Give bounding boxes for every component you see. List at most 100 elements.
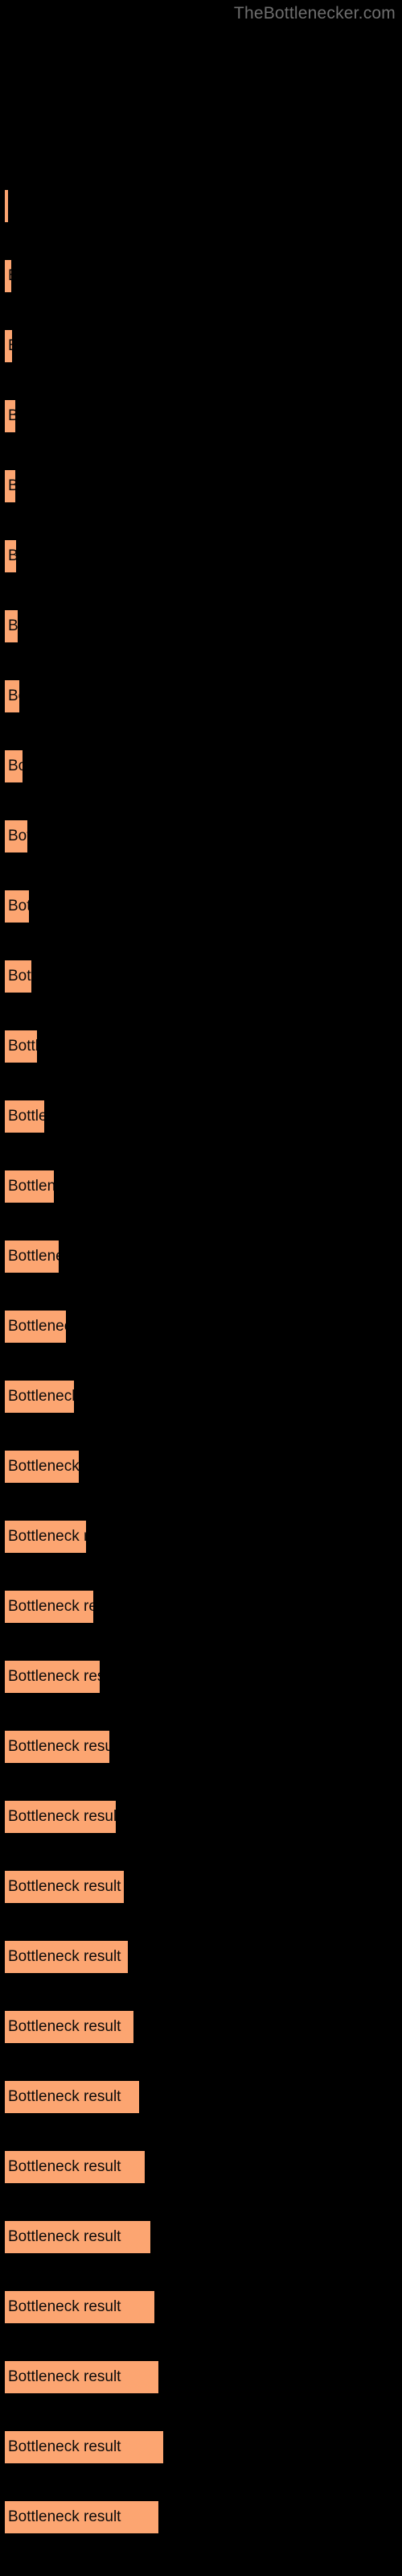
bar[interactable]: Bottleneck result (5, 680, 19, 712)
bar-row: Bottleneck result (0, 610, 402, 642)
bar-row: Bottleneck result (0, 1311, 402, 1343)
bar-label: Bottleneck result (8, 2228, 121, 2245)
bar[interactable]: Bottleneck result (5, 2221, 150, 2253)
bar-row: Bottleneck result (0, 2151, 402, 2183)
bar-row: Bottleneck result (0, 750, 402, 782)
bar[interactable]: Bottleneck result (5, 1801, 116, 1833)
bar-row: Bottleneck result (0, 820, 402, 852)
bar[interactable]: Bottleneck result (5, 820, 27, 852)
bar-label: Bottleneck result (8, 477, 15, 494)
bar-row: Bottleneck result (0, 1451, 402, 1483)
bar[interactable]: Bottleneck result (5, 1591, 93, 1623)
bar-label: Bottleneck result (8, 828, 27, 844)
bar[interactable]: Bottleneck result (5, 2361, 158, 2393)
bar-label: Bottleneck result (8, 898, 29, 914)
bar[interactable]: Bottleneck result (5, 260, 11, 292)
bar-row: Bottleneck result (0, 400, 402, 432)
bar-row: Bottleneck result (0, 1241, 402, 1273)
bar-label: Bottleneck result (8, 1388, 74, 1405)
bar[interactable]: Bottleneck result (5, 330, 12, 362)
bar-row: Bottleneck result (0, 1871, 402, 1903)
bar[interactable]: Bottleneck result (5, 2431, 163, 2463)
bar-label: Bottleneck result (8, 2158, 121, 2175)
bar-label: Bottleneck result (8, 1598, 93, 1615)
bar-row: Bottleneck result (0, 2501, 402, 2533)
bar[interactable]: Bottleneck result (5, 540, 16, 572)
chart-root: TheBottlenecker.com Bottleneck resultBot… (0, 0, 402, 2576)
bar-label: Bottleneck result (8, 968, 31, 985)
bar-label: Bottleneck result (8, 2088, 121, 2105)
bar[interactable]: Bottleneck result (5, 1661, 100, 1693)
bar-label: Bottleneck result (8, 2508, 121, 2525)
bar[interactable]: Bottleneck result (5, 890, 29, 923)
bar-row: Bottleneck result (0, 1941, 402, 1973)
bar-row: Bottleneck result (0, 2291, 402, 2323)
bar-label: Bottleneck result (8, 1108, 44, 1125)
bar-label: Bottleneck result (8, 2298, 121, 2315)
bar[interactable]: Bottleneck result (5, 1100, 44, 1133)
bar[interactable]: Bottleneck result (5, 960, 31, 993)
bar-label: Bottleneck result (8, 547, 16, 564)
bar-label: Bottleneck result (8, 1738, 109, 1755)
bar-row: Bottleneck result (0, 1731, 402, 1763)
bar-row: Bottleneck result (0, 1100, 402, 1133)
bar-label: Bottleneck result (8, 1808, 116, 1825)
bar-label: Bottleneck result (8, 1878, 121, 1895)
bar[interactable]: Bottleneck result (5, 1030, 37, 1063)
bar[interactable]: Bottleneck result (5, 750, 23, 782)
bar-label: Bottleneck result (8, 2438, 121, 2455)
bar-row: Bottleneck result (0, 2431, 402, 2463)
bar[interactable]: Bottleneck result (5, 1941, 128, 1973)
bar[interactable]: Bottleneck result (5, 470, 15, 502)
bar-label: Bottleneck result (8, 260, 11, 292)
bar-row: Bottleneck result (0, 1591, 402, 1623)
bar-row: Bottleneck result (0, 190, 402, 222)
bar-label: Bottleneck result (8, 687, 19, 704)
bar[interactable]: Bottleneck result (5, 610, 18, 642)
bar-label: Bottleneck result (8, 617, 18, 634)
bar[interactable]: Bottleneck result (5, 400, 15, 432)
bar[interactable]: Bottleneck result (5, 1311, 66, 1343)
bar-label: Bottleneck result (8, 1458, 79, 1475)
bar[interactable]: Bottleneck result (5, 2081, 139, 2113)
bar-row: Bottleneck result (0, 540, 402, 572)
bar-row: Bottleneck result (0, 2081, 402, 2113)
bar-row: Bottleneck result (0, 2221, 402, 2253)
bar-row: Bottleneck result (0, 1521, 402, 1553)
bar-row: Bottleneck result (0, 260, 402, 292)
bar[interactable]: Bottleneck result (5, 1170, 54, 1203)
bar-row: Bottleneck result (0, 1801, 402, 1833)
bar-label: Bottleneck result (8, 1528, 86, 1545)
bar[interactable]: Bottleneck result (5, 2151, 145, 2183)
bar-label: Bottleneck result (8, 1318, 66, 1335)
bar-row: Bottleneck result (0, 680, 402, 712)
bar-label: Bottleneck result (8, 1038, 37, 1055)
bar-label: Bottleneck result (8, 1178, 54, 1195)
bar[interactable]: Bottleneck result (5, 1521, 86, 1553)
bar-label: Bottleneck result (8, 1248, 59, 1265)
bar-label: Bottleneck result (8, 407, 15, 424)
bar-label: Bottleneck result (8, 330, 12, 362)
bar-label: Bottleneck result (8, 1948, 121, 1965)
bar[interactable]: Bottleneck result (5, 1381, 74, 1413)
bar-row: Bottleneck result (0, 2361, 402, 2393)
bar[interactable]: Bottleneck result (5, 190, 8, 222)
bar-label: Bottleneck result (8, 2368, 121, 2385)
bar-label: Bottleneck result (8, 758, 23, 774)
bar-chart-plot-area: Bottleneck result Bottleneck result Bottle… (0, 0, 402, 2576)
bar-label: Bottleneck result (8, 2018, 121, 2035)
bar-row: Bottleneck result (0, 960, 402, 993)
bar[interactable]: Bottleneck result (5, 2501, 158, 2533)
bar[interactable]: Bottleneck result (5, 1451, 79, 1483)
bar-row: Bottleneck result (0, 1030, 402, 1063)
bar[interactable]: Bottleneck result (5, 1241, 59, 1273)
bar[interactable]: Bottleneck result (5, 2291, 154, 2323)
bar-row: Bottleneck result (0, 470, 402, 502)
bar-row: Bottleneck result (0, 330, 402, 362)
bar-label: Bottleneck result (8, 1668, 100, 1685)
bar-row: Bottleneck result (0, 1661, 402, 1693)
bar-row: Bottleneck result (0, 1381, 402, 1413)
bar[interactable]: Bottleneck result (5, 2011, 133, 2043)
bar[interactable]: Bottleneck result (5, 1731, 109, 1763)
bar[interactable]: Bottleneck result (5, 1871, 124, 1903)
